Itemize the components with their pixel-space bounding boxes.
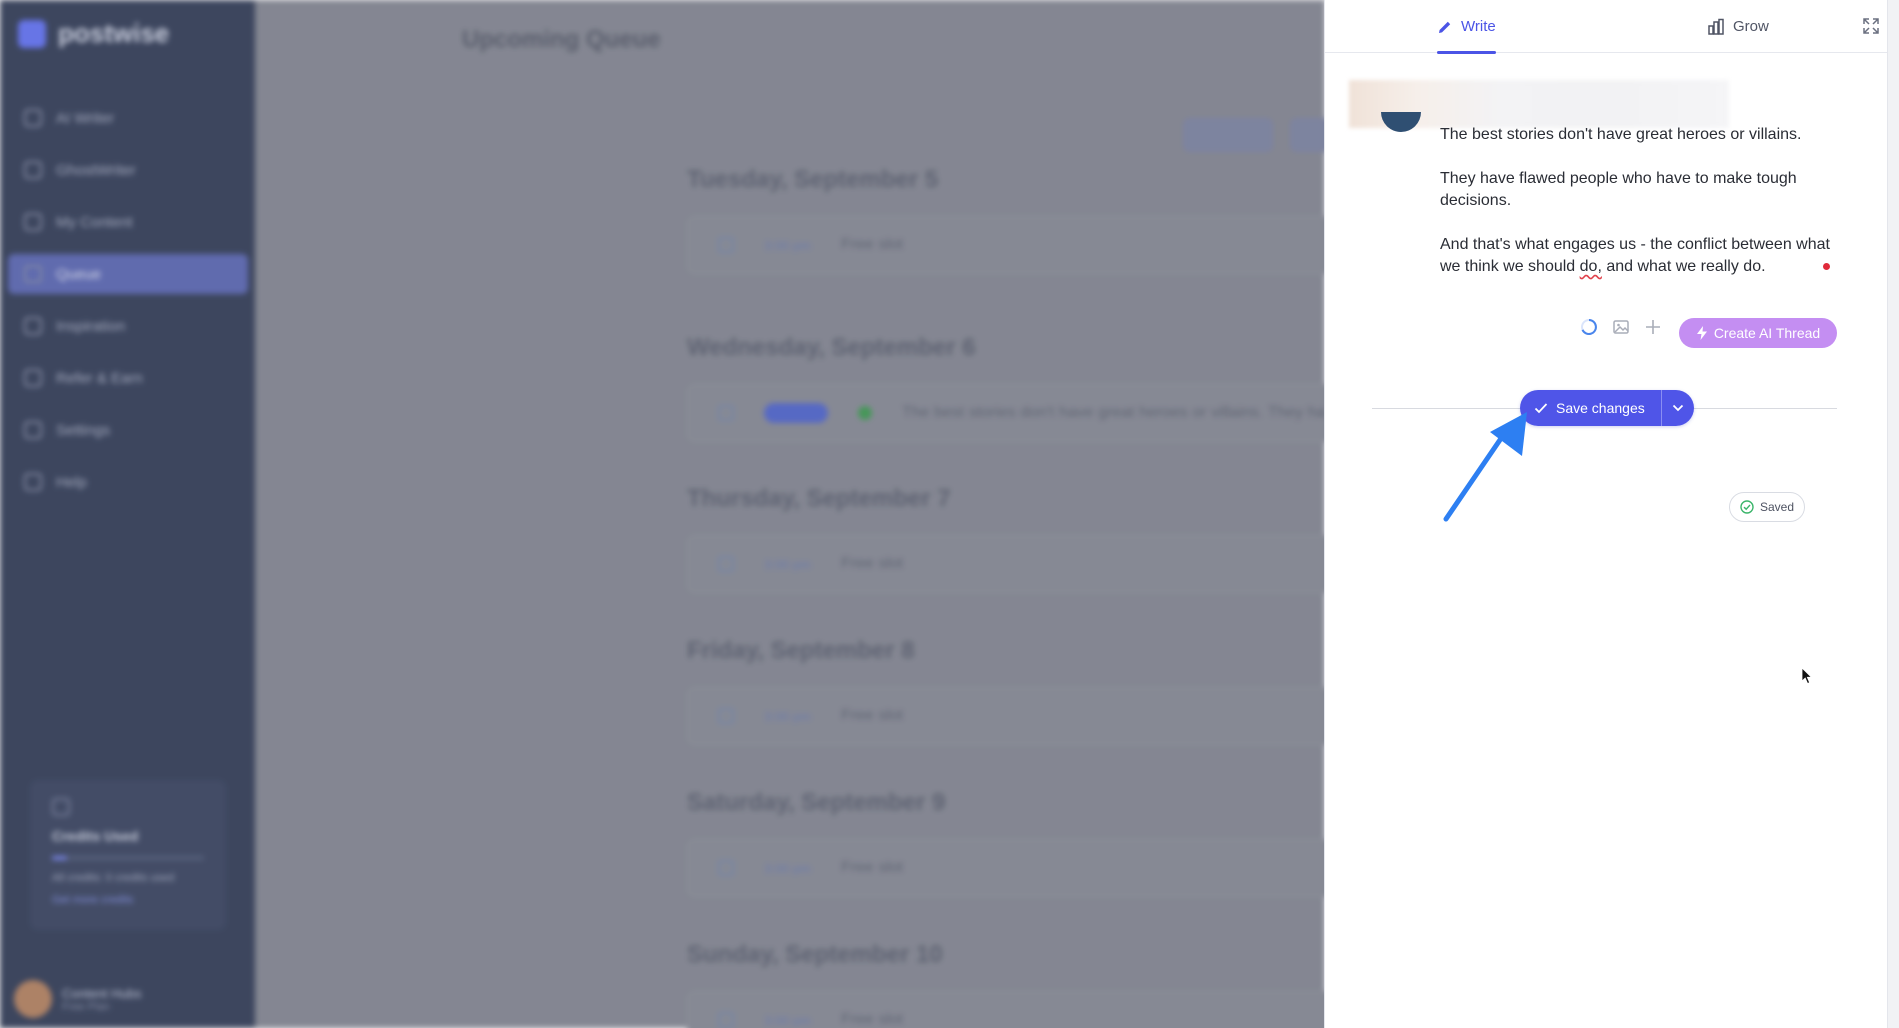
pointer-arrow-icon xyxy=(1443,412,1527,522)
post-editor[interactable]: The best stories don't have great heroes… xyxy=(1440,124,1840,300)
create-ai-thread-button[interactable]: Create AI Thread xyxy=(1679,318,1837,348)
image-icon[interactable] xyxy=(1612,318,1630,336)
pencil-icon xyxy=(1439,21,1451,33)
loading-icon xyxy=(1580,318,1598,336)
modal-backdrop[interactable] xyxy=(0,0,1325,1028)
tab-grow[interactable]: Grow xyxy=(1707,0,1769,53)
post-paragraph: The best stories don't have great heroes… xyxy=(1440,126,1802,143)
ai-button-label: Create AI Thread xyxy=(1713,325,1821,341)
check-icon xyxy=(1534,403,1548,414)
status-dot xyxy=(1823,263,1830,270)
avatar xyxy=(1381,112,1421,132)
tab-write-label: Write xyxy=(1461,18,1496,35)
tab-grow-label: Grow xyxy=(1733,18,1769,35)
chevron-down-icon xyxy=(1672,404,1683,412)
save-button-group: Save changes xyxy=(1520,390,1694,426)
expand-icon[interactable] xyxy=(1862,17,1880,35)
spellcheck-word: do, xyxy=(1579,258,1602,275)
post-text: and what we really do. xyxy=(1601,258,1766,275)
save-button-label: Save changes xyxy=(1556,400,1645,416)
check-circle-icon xyxy=(1740,500,1754,514)
bar-chart-icon xyxy=(1708,18,1724,35)
post-paragraph: They have flawed people who have to make… xyxy=(1440,170,1797,209)
saved-label: Saved xyxy=(1759,500,1795,514)
post-toolbar xyxy=(1580,318,1662,336)
saved-badge: Saved xyxy=(1729,492,1805,522)
tab-write[interactable]: Write xyxy=(1437,0,1496,54)
save-options-dropdown[interactable] xyxy=(1660,390,1694,426)
editor-panel: Write Grow The best stories don't have g… xyxy=(1324,0,1888,1028)
plus-icon[interactable] xyxy=(1644,318,1662,336)
save-changes-button[interactable]: Save changes xyxy=(1520,390,1661,426)
mouse-cursor-icon xyxy=(1801,667,1813,685)
panel-tabs: Write Grow xyxy=(1325,0,1888,54)
lightning-icon xyxy=(1696,326,1707,340)
scrollbar[interactable] xyxy=(1887,0,1899,1028)
post-paragraph: And that's what engages us - the conflic… xyxy=(1440,234,1840,278)
